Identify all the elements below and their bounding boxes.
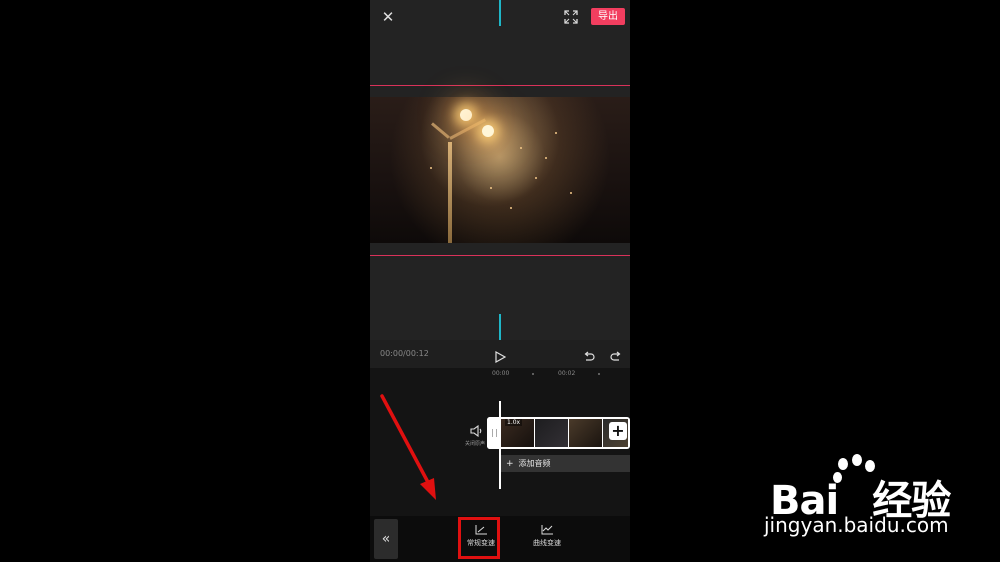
streetlamp-arm xyxy=(431,122,450,139)
time-tick: 00:02 xyxy=(558,370,576,377)
add-audio-label: 添加音频 xyxy=(518,459,551,468)
tick-dot xyxy=(532,373,534,375)
video-preview[interactable] xyxy=(370,97,630,243)
particle xyxy=(520,147,522,149)
plus-icon: + xyxy=(506,459,514,469)
watermark-url: jingyan.baidu.com xyxy=(764,513,949,537)
lamp-light xyxy=(460,109,472,121)
speed-toolbar: « 常规变速 曲线变速 xyxy=(370,516,630,562)
playback-controls: 00:00/00:12 xyxy=(370,340,630,368)
streetlamp-arm xyxy=(449,118,487,140)
baidu-jingyan-watermark: Bai 经验 jingyan.baidu.com xyxy=(740,452,980,542)
clip-speed-badge: 1.0x xyxy=(505,419,523,426)
streetlamp-pole xyxy=(448,142,452,243)
add-clip-button[interactable]: + xyxy=(609,422,627,440)
guide-line-upper xyxy=(370,85,630,86)
curve-speed-label: 曲线变速 xyxy=(533,539,561,547)
export-button[interactable]: 导出 xyxy=(591,8,625,25)
guide-line-top xyxy=(499,0,501,26)
particle xyxy=(510,207,512,209)
curve-graph-icon xyxy=(541,525,553,535)
guide-line-bottom xyxy=(499,314,501,340)
particle xyxy=(490,187,492,189)
particle xyxy=(545,157,547,159)
annotation-highlight-box xyxy=(458,517,500,559)
fullscreen-icon[interactable] xyxy=(564,9,578,24)
add-audio-button[interactable]: + 添加音频 xyxy=(501,455,630,472)
undo-icon[interactable] xyxy=(583,348,595,361)
playhead[interactable] xyxy=(499,401,501,489)
preview-area: ✕ 导出 xyxy=(370,0,630,340)
time-tick: 00:00 xyxy=(492,370,510,377)
tick-dot xyxy=(598,373,600,375)
speaker-icon[interactable] xyxy=(470,422,484,438)
curve-speed-button[interactable]: 曲线变速 xyxy=(524,521,570,559)
particle xyxy=(555,132,557,134)
clip-thumbnail xyxy=(535,419,568,447)
guide-line-lower xyxy=(370,255,630,256)
lamp-light xyxy=(482,125,494,137)
particle xyxy=(430,167,432,169)
close-icon[interactable]: ✕ xyxy=(380,8,396,26)
time-display: 00:00/00:12 xyxy=(380,349,429,358)
particle xyxy=(535,177,537,179)
play-icon[interactable] xyxy=(494,348,507,364)
particle xyxy=(570,192,572,194)
double-chevron-left-icon[interactable]: « xyxy=(374,519,398,559)
redo-icon[interactable] xyxy=(610,348,622,361)
clip-thumbnail xyxy=(569,419,602,447)
annotation-arrow xyxy=(380,394,436,500)
mute-original-label[interactable]: 关闭原声 xyxy=(465,440,485,447)
